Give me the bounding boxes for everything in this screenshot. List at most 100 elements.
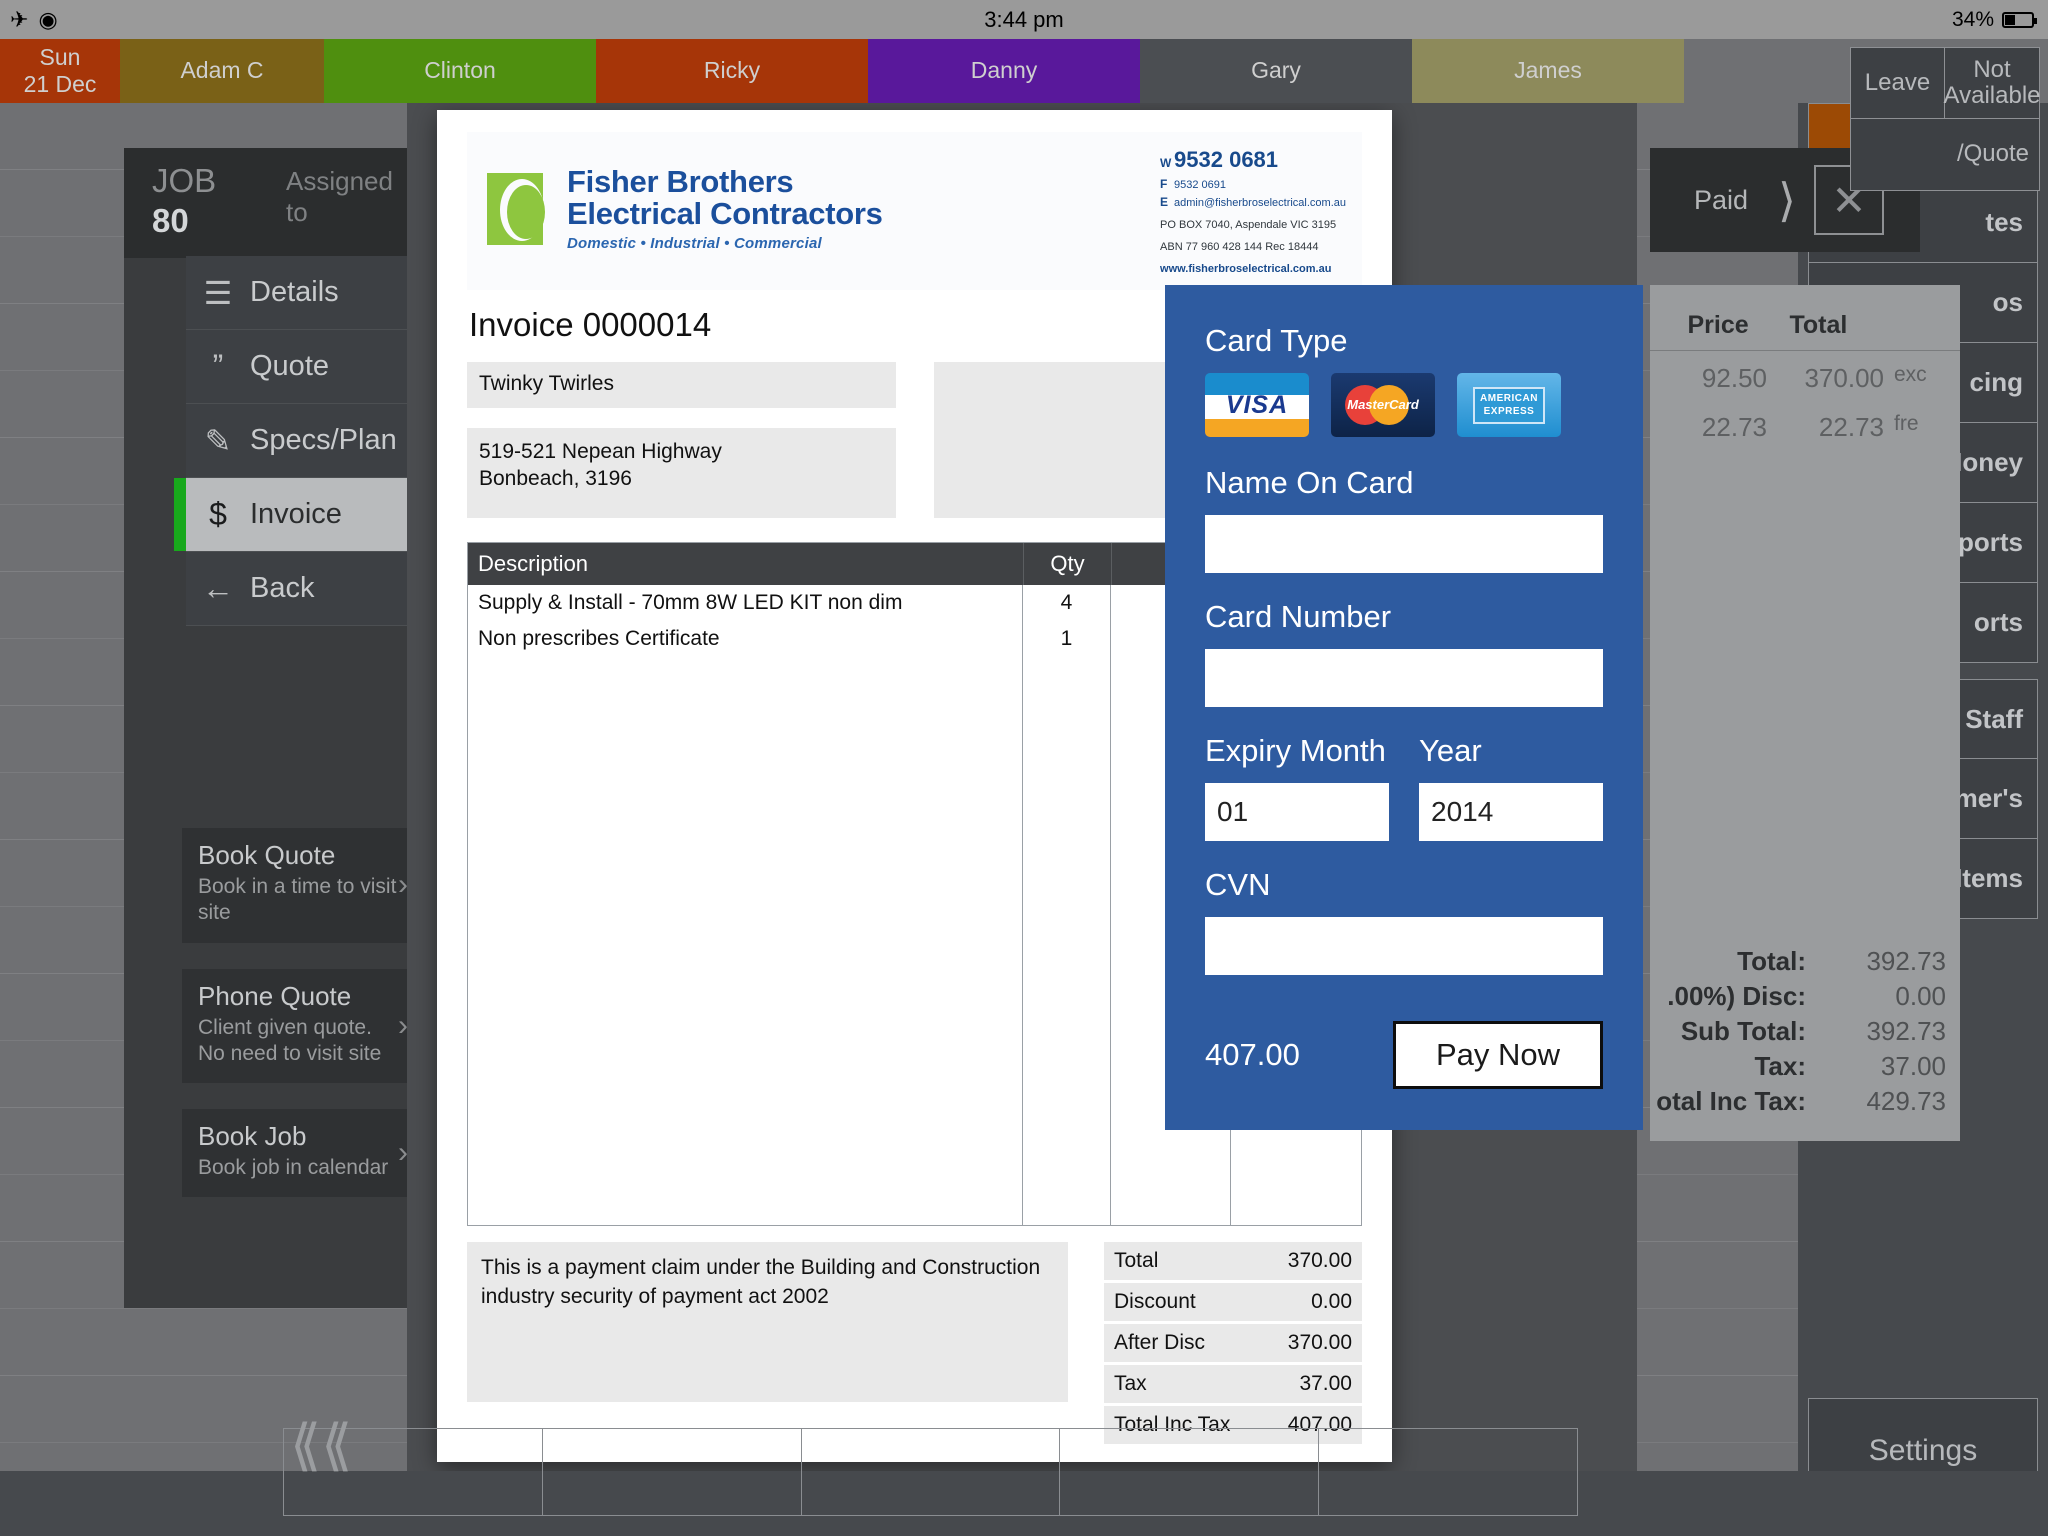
job-card-title: Book Job [198,1121,307,1151]
battery-icon [2002,11,2037,28]
bottom-tab[interactable] [800,1428,1060,1516]
job-word-label: JOB [152,162,217,199]
company-tagline: Domestic • Industrial • Commercial [567,234,822,252]
expiry-year-label: Year [1419,733,1482,768]
job-menu-item-quote[interactable]: ” Quote [186,330,414,404]
detail-price: 22.73 [1701,412,1767,442]
invoice-letterhead: Fisher Brothers Electrical Contractors D… [467,132,1362,290]
day-tab-james[interactable]: James [1412,39,1684,103]
detail-total-label: Sub Total: [1680,1016,1806,1046]
day-tab-label: James [1514,57,1582,84]
phone-key: W [1160,156,1172,170]
job-menu-item-specs-plan[interactable]: ✎ Specs/Plan [186,404,414,478]
job-card-subtitle: Book job in calendar [198,1156,389,1179]
company-email: admin@fisherbroselectrical.com.au [1174,196,1346,209]
cvn-input[interactable] [1205,917,1603,975]
american-express-logo-icon[interactable]: AMERICAN EXPRESS [1457,373,1561,437]
day-tab-date: 21 Dec [23,71,97,97]
detail-total: 22.73 [1818,412,1884,442]
not-available-button[interactable]: Not Available [1944,47,2041,119]
card-type-label: Card Type [1205,323,1348,358]
job-panel-header: JOB 80 Assigned to [124,148,414,258]
detail-total-value: 0.00 [1895,981,1946,1011]
invoice-total-value: 370.00 [1287,1330,1352,1354]
job-card-phone-quote[interactable]: Phone Quote Client given quote. No need to… [182,968,414,1083]
ios-status-bar: ✈ ◉ 3:44 pm 34% [0,0,2048,39]
job-menu-item-details[interactable]: ☰ Details [186,256,414,330]
invoice-detail-panel: Price Total 92.50 370.00 exc 22.73 22.73 fre … [1650,285,1960,1141]
staff-day-tabs: Sun 21 Dec Adam C Clinton Ricky Danny Gary Jame… [0,39,2048,103]
detail-price: 92.50 [1701,363,1767,393]
day-tab-label: Sun [39,43,81,70]
invoice-total-row: Total 370.00 [1104,1241,1362,1280]
job-card-book-job[interactable]: Book Job Book job in calendar › [182,1109,414,1198]
email-key: E [1160,194,1169,209]
day-tab-gary[interactable]: Gary [1140,39,1412,103]
job-menu-item-label: Back [250,572,315,604]
detail-total-value: 429.73 [1866,1086,1946,1116]
leave-button[interactable]: Leave [1850,47,1945,119]
pay-now-button[interactable]: Pay Now [1392,1021,1603,1089]
paid-label: Paid [1694,184,1749,215]
job-card-book-quote[interactable]: Book Quote Book in a time to visit site › [182,828,414,943]
invoice-total-row: After Disc 370.00 [1104,1323,1362,1362]
day-tab-clinton[interactable]: Clinton [324,39,596,103]
detail-panel-totals: Total: 392.73 .00%) Disc: 0.00 Sub Total: 392… [1650,944,1960,1119]
detail-total-row: Sub Total: 392.73 [1650,1014,1946,1049]
job-menu-item-label: Invoice [250,498,342,530]
chevron-double-left-icon[interactable]: ⟪⟪ [290,1412,352,1478]
day-tab-label: Ricky [703,57,761,84]
bottom-tab[interactable] [1059,1428,1319,1516]
job-card-title: Book Quote [198,840,336,870]
job-menu-item-back[interactable]: ← Back [186,552,414,626]
job-menu-item-invoice[interactable]: $ Invoice [174,478,414,552]
expiry-year-input[interactable] [1419,783,1603,841]
invoice-total-value: 0.00 [1311,1289,1352,1313]
company-abn: ABN 77 960 428 144 Rec 18444 [1160,240,1319,253]
invoice-total-row: Tax 37.00 [1104,1364,1362,1403]
customer-name: Twinky Twirles [467,361,896,408]
name-on-card-input[interactable] [1205,515,1603,573]
app-screen: 7 AM8 AM9 AM10 AM11 AM12 PM1 PM2 PM3 PM4… [0,0,2048,1536]
line-item-qty: 4 [1060,590,1073,614]
job-card-subtitle: Client given quote. No need to visit site [198,1015,382,1065]
company-phone: 9532 0681 [1174,147,1279,172]
quote-icon: ” [212,348,224,384]
invoice-total-label: Total [1114,1248,1159,1272]
detail-total-row: Total: 392.73 [1650,944,1946,979]
day-tab-ricky[interactable]: Ricky [596,39,868,103]
battery-percent-label: 34% [1951,7,1994,31]
detail-total-label: Tax: [1754,1051,1806,1081]
customer-address: 519-521 Nepean Highway Bonbeach, 3196 [467,427,896,518]
mastercard-logo-icon[interactable]: MasterCard [1331,373,1435,437]
detail-total: 370.00 [1804,363,1884,393]
job-quote-button[interactable]: /Quote [1850,119,2040,191]
job-menu-item-label: Details [250,276,339,308]
chevron-right-icon: ⟩ [1778,174,1796,226]
day-tab-label: Clinton [424,57,496,84]
detail-total-label: Total: [1737,946,1806,976]
company-website: www.fisherbroselectrical.com.au [1160,262,1332,275]
invoice-total-row: Discount 0.00 [1104,1282,1362,1321]
name-on-card-label: Name On Card [1205,465,1414,500]
visa-logo-icon[interactable]: VISA [1205,373,1309,437]
detail-total-label: otal Inc Tax: [1656,1086,1806,1116]
day-tab-danny[interactable]: Danny [868,39,1140,103]
day-tab-adam-c[interactable]: Adam C [120,39,324,103]
line-item-description: Non prescribes Certificate [478,626,720,650]
bottom-tab[interactable] [541,1428,801,1516]
detail-total-row: .00%) Disc: 0.00 [1650,979,1946,1014]
dollar-icon: $ [209,496,227,532]
company-contact-block: W 9532 0681 F 9532 0691 Eadmin@fisherbrose… [1160,140,1356,278]
bottom-tab[interactable] [1318,1428,1578,1516]
invoice-total-label: Tax [1114,1371,1147,1395]
expiry-month-input[interactable] [1205,783,1389,841]
invoice-total-value: 370.00 [1287,1248,1352,1272]
cvn-label: CVN [1205,867,1271,902]
day-tab-sun[interactable]: Sun 21 Dec [0,39,120,103]
bottom-tab-strip [283,1428,1578,1516]
card-number-input[interactable] [1205,649,1603,707]
detail-total-value: 392.73 [1866,1016,1946,1046]
job-number: 80 [152,202,189,239]
document-icon: ☰ [203,274,233,311]
